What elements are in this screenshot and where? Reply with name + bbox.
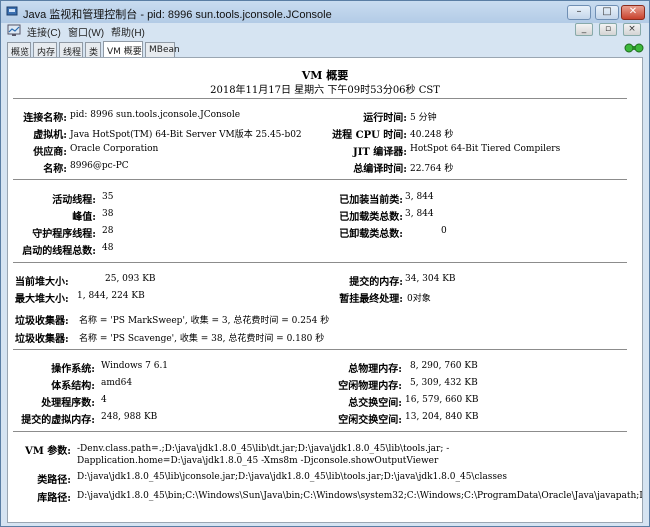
unloaded-classes-label: 已卸载类总数: [339,229,403,240]
vm-args-value: -Denv.class.path=.;D:\java\jdk1.8.0_45\l… [77,444,450,466]
total-classes-label: 已加载类总数: [339,212,403,223]
tab-memory[interactable]: 内存 [33,42,57,58]
arch-value: amd64 [101,378,133,388]
processors-value: 4 [101,395,107,405]
free-physical-memory-label: 空闲物理内存: [338,381,402,392]
connection-status-icon[interactable] [624,41,644,55]
classpath-value: D:\java\jdk1.8.0_45\lib\jconsole.jar;D:\… [77,472,507,482]
loaded-classes-label: 已加装当前类: [339,195,403,206]
name-label: 名称: [43,164,67,175]
vm-args-label: VM 参数: [24,446,71,457]
tab-classes[interactable]: 类 [85,42,101,58]
summary-datetime: 2018年11月17日 星期六 下午09时53分06秒 CST [210,85,440,96]
total-classes-value: 3, 844 [405,209,434,219]
gc-value: 名称 = 'PS MarkSweep', 收集 = 3, 总花费时间 = 0.2… [79,316,330,326]
gc-value: 名称 = 'PS Scavenge', 收集 = 38, 总花费时间 = 0.1… [79,334,325,344]
free-swap-value: 13, 204, 840 KB [405,412,479,422]
gc-label: 垃圾收集器: [15,316,69,327]
app-window: Java 监视和管理控制台 - pid: 8996 sun.tools.jcon… [0,0,650,527]
tab-threads[interactable]: 线程 [59,42,83,58]
committed-memory-label: 提交的内存: [349,277,403,288]
compile-time-label: 总编译时间: [353,164,407,175]
title-bar[interactable]: Java 监视和管理控制台 - pid: 8996 sun.tools.jcon… [1,1,649,23]
classpath-label: 类路径: [37,475,71,486]
max-heap-label: 最大堆大小: [15,294,69,305]
free-physical-memory-value: 5, 309, 432 KB [410,378,478,388]
os-label: 操作系统: [51,364,95,375]
started-threads-label: 启动的线程总数: [22,246,96,257]
connection-name-value: pid: 8996 sun.tools.jconsole.JConsole [70,110,241,120]
menu-window[interactable]: 窗口(W) [68,24,104,39]
window-title: Java 监视和管理控制台 - pid: 8996 sun.tools.jcon… [23,9,332,21]
name-value: 8996@pc-PC [70,161,129,171]
processors-label: 处理程序数: [41,398,95,409]
divider [13,262,627,263]
connection-name-label: 连接名称: [23,113,67,124]
gc-label: 垃圾收集器: [15,334,69,345]
total-physical-memory-label: 总物理内存: [348,364,402,375]
committed-vm-label: 提交的虚拟内存: [21,415,95,426]
free-swap-label: 空闲交换空间: [338,415,402,426]
menu-connection[interactable]: 连接(C) [27,24,61,39]
minimize-button[interactable]: – [567,5,591,20]
current-heap-value: 25, 093 KB [105,274,156,284]
inner-close-button[interactable]: × [623,23,641,36]
total-swap-label: 总交换空间: [348,398,402,409]
total-swap-value: 16, 579, 660 KB [405,395,479,405]
jconsole-icon [7,24,21,36]
committed-memory-value: 34, 304 KB [405,274,456,284]
vendor-value: Oracle Corporation [70,144,159,154]
menu-help[interactable]: 帮助(H) [111,24,145,39]
total-physical-memory-value: 8, 290, 760 KB [410,361,478,371]
peak-threads-value: 38 [102,209,114,219]
pending-finalization-label: 暂挂最终处理: [339,294,403,305]
live-threads-label: 活动线程: [52,195,96,206]
inner-minimize-button[interactable]: _ [575,23,593,36]
loaded-classes-value: 3, 844 [405,192,434,202]
library-path-label: 库路径: [37,493,71,504]
tab-overview[interactable]: 概览 [7,42,31,58]
maximize-button[interactable]: □ [595,5,619,20]
vm-summary-panel[interactable]: VM 概要 2018年11月17日 星期六 下午09时53分06秒 CST 连接… [7,57,643,523]
tab-vm-summary[interactable]: VM 概要 [103,41,143,58]
close-button[interactable]: ✕ [621,5,645,20]
max-heap-value: 1, 844, 224 KB [77,291,145,301]
divider [13,179,627,180]
uptime-value: 5 分钟 [410,113,437,123]
menu-bar: 连接(C) 窗口(W) 帮助(H) [1,23,649,39]
divider [13,431,627,432]
started-threads-value: 48 [102,243,114,253]
vm-label: 虚拟机: [33,130,67,141]
current-heap-label: 当前堆大小: [15,277,69,288]
tab-mbean[interactable]: MBean [145,42,180,57]
committed-vm-value: 248, 988 KB [101,412,158,422]
jit-compiler-value: HotSpot 64-Bit Tiered Compilers [410,144,561,154]
pending-finalization-value: 0对象 [407,294,431,304]
unloaded-classes-value: 0 [441,226,447,236]
daemon-threads-value: 28 [102,226,114,236]
cpu-time-value: 40.248 秒 [410,130,454,140]
divider [13,349,627,350]
daemon-threads-label: 守护程序线程: [32,229,96,240]
jit-compiler-label: JIT 编译器: [352,147,407,158]
divider [13,98,627,99]
java-app-icon [6,6,18,16]
compile-time-value: 22.764 秒 [410,164,454,174]
cpu-time-label: 进程 CPU 时间: [332,130,407,141]
library-path-value: D:\java\jdk1.8.0_45\bin;C:\Windows\Sun\J… [77,491,643,501]
uptime-label: 运行时间: [363,113,407,124]
os-value: Windows 7 6.1 [101,361,169,371]
peak-threads-label: 峰值: [72,212,96,223]
vm-value: Java HotSpot(TM) 64-Bit Server VM版本 25.4… [70,130,302,140]
arch-label: 体系结构: [51,381,95,392]
inner-restore-button[interactable]: ▫ [599,23,617,36]
live-threads-value: 35 [102,192,114,202]
vendor-label: 供应商: [33,147,67,158]
